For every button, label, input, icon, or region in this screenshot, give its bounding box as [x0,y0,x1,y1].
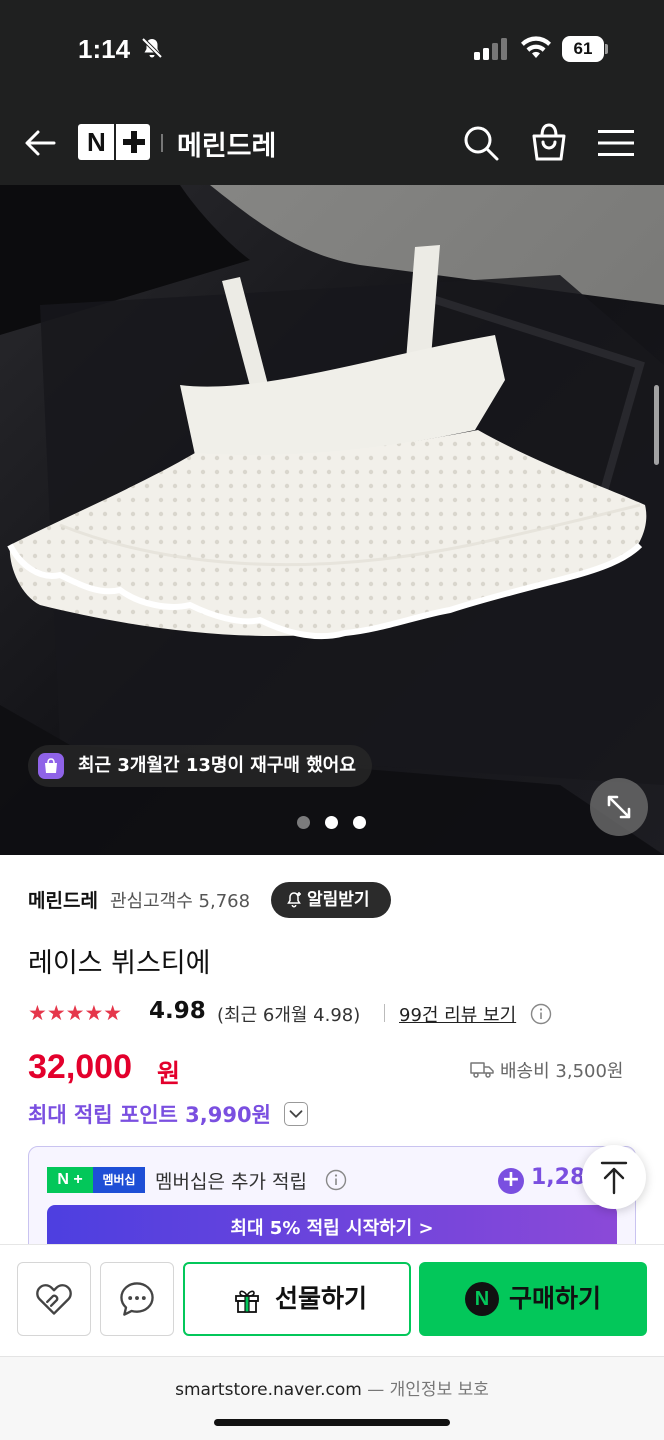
bell-plus-icon [287,892,301,908]
header-store-name[interactable]: 메린드레 [177,124,276,163]
review-link[interactable]: 99건 리뷰 보기 [399,1001,516,1027]
carousel-dot-active[interactable] [325,816,338,829]
product-image-carousel[interactable]: 최근 3개월간 13명이 재구매 했어요 [0,185,664,855]
logo-divider [114,124,116,160]
page-scroll-indicator [654,385,659,465]
rating-value: 4.98 [149,998,206,1024]
back-button[interactable] [22,124,60,162]
url-text: smartstore.naver.com — 개인정보 보호 [0,1375,664,1400]
gift-label: 선물하기 [275,1284,368,1313]
star-rating-icon: ★★★★★ [28,1001,123,1025]
max-points: 최대 적립 포인트 3,990원 [28,1103,271,1127]
rating-row: ★★★★★ 4.98 (최근 6개월 4.98) 99건 리뷰 보기 [28,998,648,1030]
status-time: 1:14 [78,34,131,64]
home-indicator [214,1419,450,1426]
shipping-fee: 배송비 3,500원 [470,1057,624,1083]
carousel-dot[interactable] [353,816,366,829]
heart-icon [36,1284,72,1315]
wifi-icon [521,36,551,58]
repurchase-badge: 최근 3개월간 13명이 재구매 했어요 [28,745,372,787]
browser-url-bar[interactable]: smartstore.naver.com — 개인정보 보호 [0,1356,664,1440]
price-unit: 원 [157,1059,181,1088]
buy-button[interactable]: N 구매하기 [419,1262,647,1336]
header-separator [161,134,163,152]
info-icon[interactable] [325,1169,347,1191]
rating-separator [384,1004,385,1022]
bottom-action-bar: 선물하기 N 구매하기 [0,1244,664,1356]
store-name-link[interactable]: 메린드레 [28,886,98,913]
hamburger-menu-icon[interactable] [598,128,634,158]
carousel-dot[interactable] [297,816,310,829]
expand-arrows-icon[interactable] [590,778,648,836]
info-icon[interactable] [530,1003,552,1025]
arrow-up-icon[interactable] [582,1145,646,1209]
url-domain: smartstore.naver.com [175,1380,362,1400]
gift-button[interactable]: 선물하기 [183,1262,411,1336]
store-info-row: 메린드레 관심고객수 5,768 알림받기 [28,882,648,918]
shipping-text: 배송비 3,500원 [500,1061,624,1082]
status-bar: 1:14 61 [0,0,664,100]
naver-plus-logo[interactable]: N [78,124,150,160]
logo-letter: N [87,127,106,157]
shopping-bag-icon[interactable] [530,122,568,162]
notify-label: 알림받기 [307,890,370,910]
shopping-bag-badge-icon [38,753,64,779]
membership-text: 멤버십은 추가 적립 [155,1171,307,1193]
privacy-label: — 개인정보 보호 [361,1380,489,1400]
notify-button[interactable]: 알림받기 [271,882,391,918]
gift-icon [235,1290,259,1313]
membership-logo-n: N + [47,1167,93,1193]
membership-promo: N + 멤버십 멤버십은 추가 적립 + 1,28 최대 5% 적립 시작하기 … [28,1146,636,1256]
battery-level: 61 [562,36,604,62]
buy-label: 구매하기 [509,1284,602,1313]
membership-points: 1,28 [531,1165,586,1190]
chevron-down-icon[interactable] [284,1102,308,1126]
naver-pay-icon: N [465,1282,499,1316]
plus-icon [123,131,145,153]
search-icon[interactable] [462,124,500,162]
bell-off-icon [141,37,163,59]
cellular-signal-icon [474,38,507,60]
price-value: 32,000 [28,1048,132,1086]
chat-bubble-icon [120,1282,154,1316]
battery-tip [605,44,608,54]
recent-rating: (최근 6개월 4.98) [217,1005,361,1026]
follower-count: 관심고객수 5,768 [110,891,251,912]
app-header: N 메린드레 [0,100,664,185]
carousel-pagination [297,816,369,830]
truck-icon [470,1062,494,1078]
battery-indicator: 61 [562,36,608,62]
membership-logo-tag: 멤버십 [93,1167,145,1193]
wishlist-button[interactable] [17,1262,91,1336]
talk-button[interactable] [100,1262,174,1336]
product-title: 레이스 뷔스티에 [28,948,211,979]
repurchase-text: 최근 3개월간 13명이 재구매 했어요 [78,755,356,776]
plus-badge-icon: + [498,1168,524,1194]
naver-plus-membership-logo: N + 멤버십 [47,1167,145,1193]
